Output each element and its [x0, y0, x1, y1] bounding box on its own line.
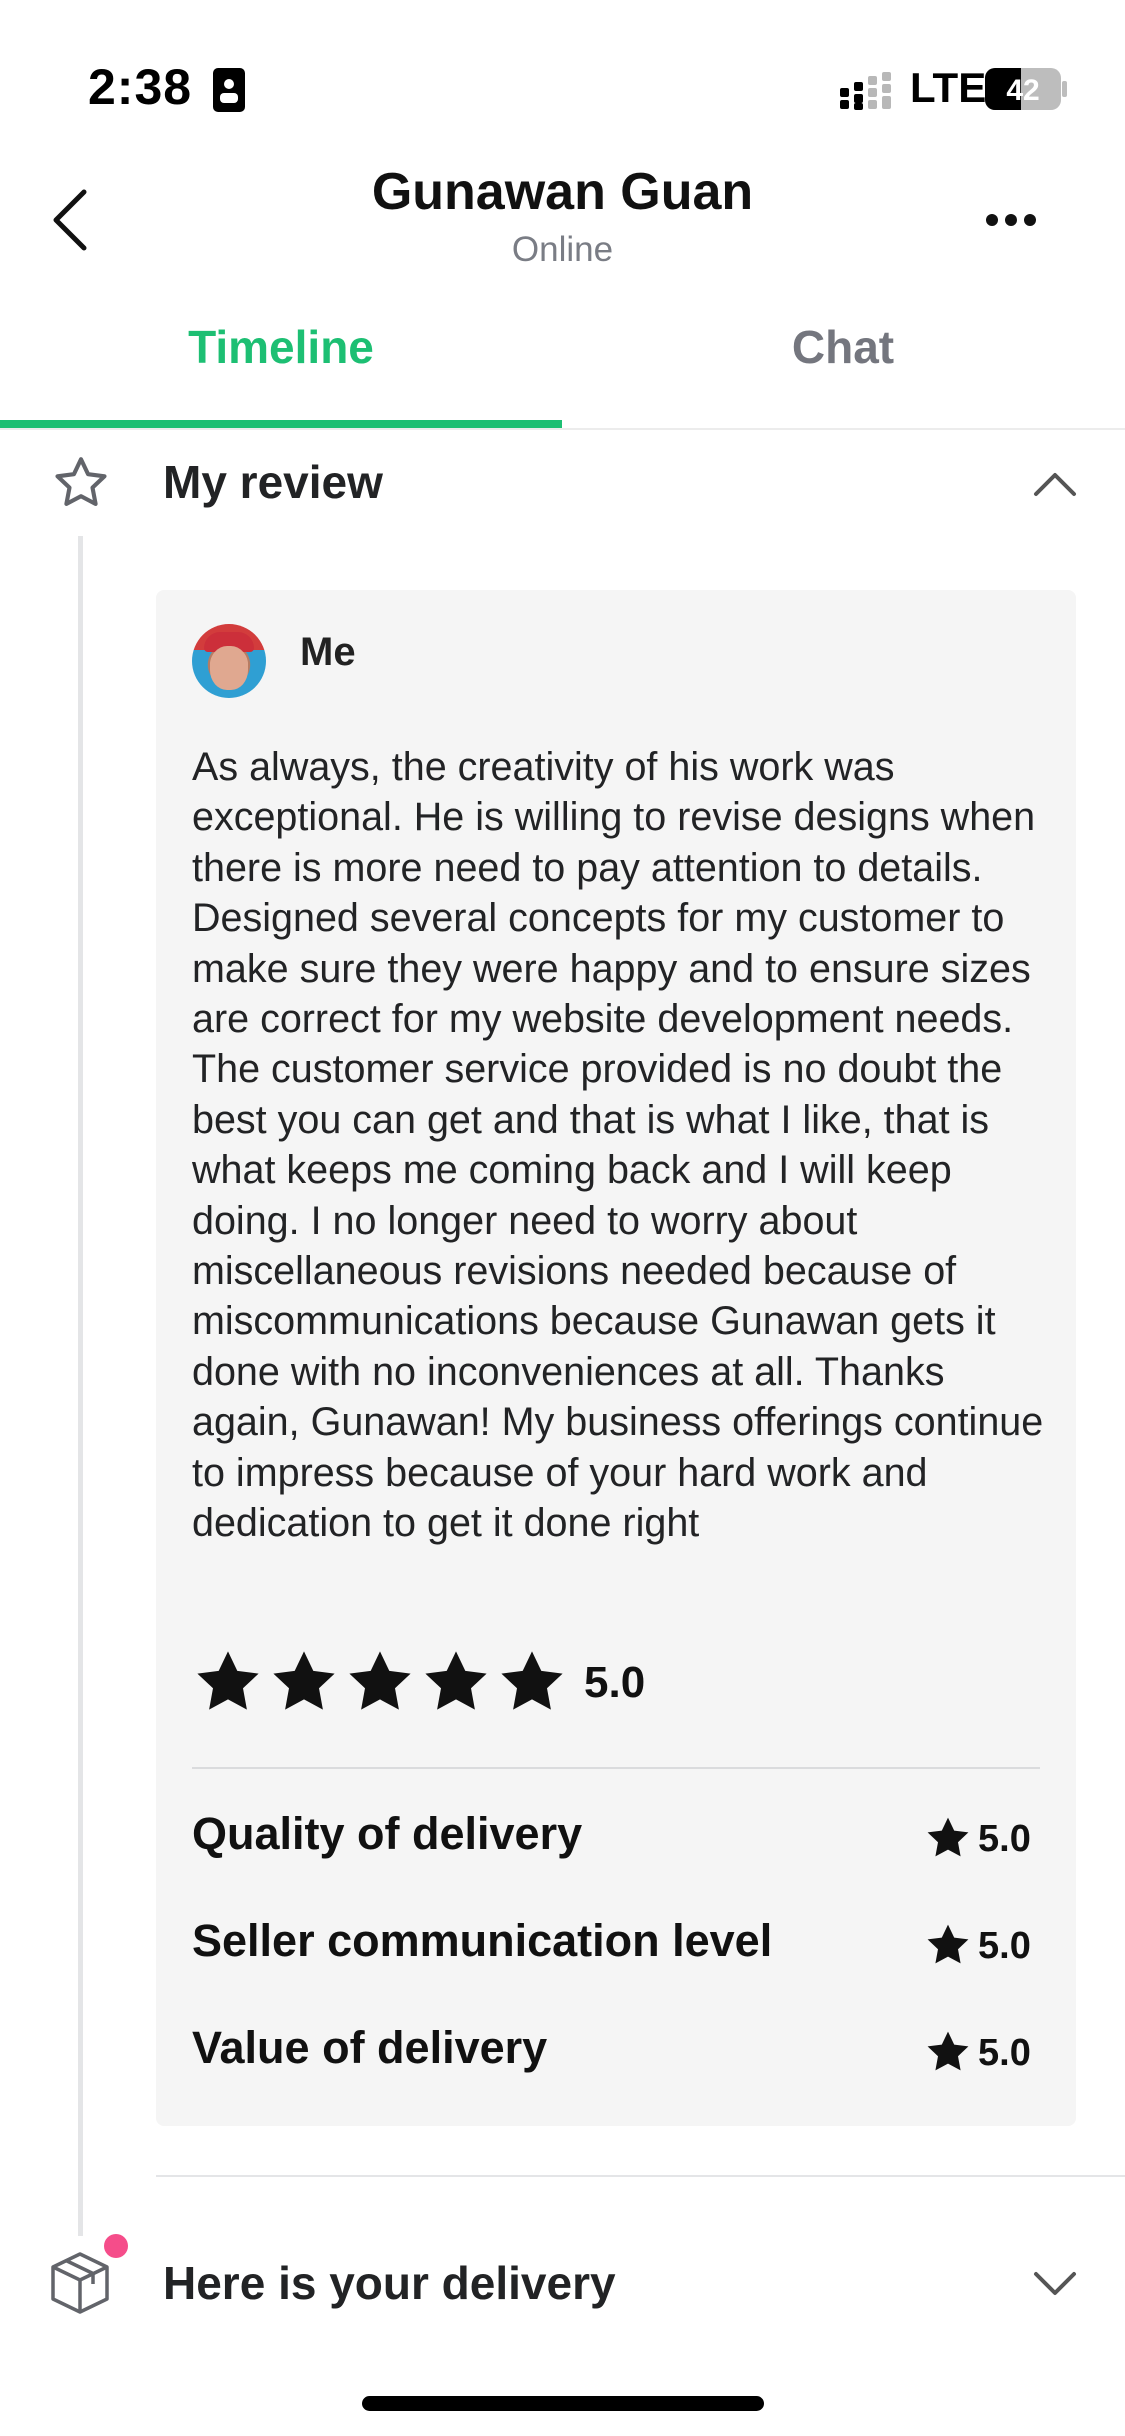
my-review-title: My review — [163, 456, 383, 508]
status-time: 2:38 — [88, 59, 193, 115]
more-options-button[interactable] — [975, 190, 1047, 250]
package-box-icon — [51, 2252, 109, 2314]
star-filled-icon — [501, 1651, 563, 1710]
chevron-down-icon[interactable] — [1030, 2258, 1080, 2308]
status-bar: 2:38 LTE 42 — [0, 0, 1125, 150]
battery-level: 42 — [1006, 74, 1039, 107]
battery-icon: 42 — [985, 68, 1067, 110]
avatar — [192, 624, 266, 698]
rating-row-quality: Quality of delivery 5.0 — [192, 1800, 1040, 1870]
signal-strength-icon — [840, 72, 891, 110]
home-indicator[interactable] — [362, 2396, 764, 2411]
rating-row-value: Value of delivery 5.0 — [192, 2014, 1040, 2084]
star-filled-icon — [273, 1651, 335, 1710]
network-type: LTE — [910, 64, 987, 111]
star-filled-icon — [197, 1651, 259, 1710]
rating-label: Value of delivery — [192, 2022, 548, 2073]
star-filled-icon — [927, 1924, 969, 1964]
chevron-up-icon[interactable] — [1030, 460, 1080, 510]
sim-card-icon — [213, 68, 245, 112]
reviewer-name: Me — [300, 630, 356, 674]
rating-value: 5.0 — [978, 2032, 1031, 2074]
online-status: Online — [511, 230, 614, 269]
notification-dot — [104, 2234, 128, 2258]
delivery-title[interactable]: Here is your delivery — [163, 2256, 616, 2310]
star-filled-icon — [927, 2031, 969, 2071]
rating-row-communication: Seller communication level 5.0 — [192, 1907, 1040, 1977]
overall-score: 5.0 — [584, 1658, 646, 1707]
active-tab-indicator — [0, 420, 562, 428]
overall-star-rating — [192, 1646, 568, 1718]
conversation-header: Gunawan Guan Online — [0, 150, 1125, 290]
rating-label: Quality of delivery — [192, 1808, 583, 1859]
divider — [192, 1767, 1040, 1769]
tab-chat[interactable]: Chat — [562, 300, 1124, 428]
rating-label: Seller communication level — [192, 1915, 773, 1966]
rating-value: 5.0 — [978, 1818, 1031, 1860]
review-text: As always, the creativity of his work wa… — [192, 745, 1044, 1546]
timeline-line — [78, 536, 83, 2236]
star-filled-icon — [425, 1651, 487, 1710]
tab-bar: Timeline Chat — [0, 300, 1125, 430]
section-divider — [156, 2175, 1125, 2177]
review-card: Me As always, the creativity of his work… — [156, 590, 1076, 2126]
star-filled-icon — [927, 1817, 969, 1857]
contact-name: Gunawan Guan — [371, 163, 754, 221]
star-outline-icon — [55, 457, 107, 506]
tab-timeline[interactable]: Timeline — [0, 300, 562, 428]
star-filled-icon — [349, 1651, 411, 1710]
rating-value: 5.0 — [978, 1925, 1031, 1967]
more-horizontal-icon — [986, 214, 1036, 226]
